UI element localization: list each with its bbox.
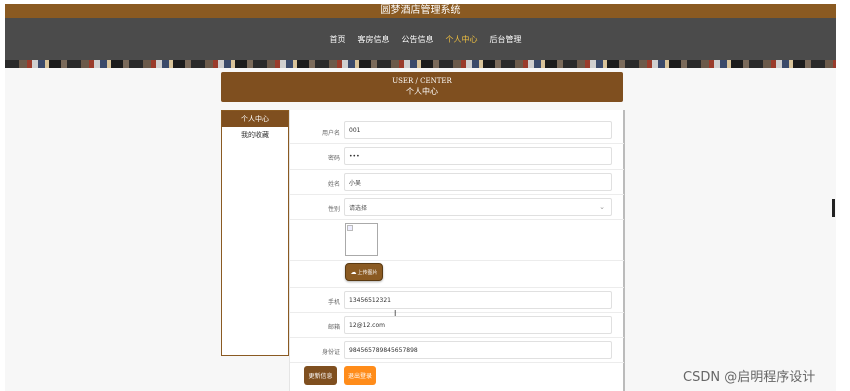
form-row-gender: 性别 请选择 ⌄ (290, 195, 624, 220)
nav-item-notices[interactable]: 公告信息 (402, 34, 434, 45)
name-label: 姓名 (327, 181, 340, 188)
form-row-name: 姓名 (290, 170, 624, 195)
page-header-en: USER / CENTER (392, 77, 452, 85)
page-header: USER / CENTER 个人中心 (221, 72, 623, 102)
sidebar-item-user-center[interactable]: 个人中心 (222, 111, 288, 127)
idcard-label: 身份证 (321, 349, 340, 356)
broken-image-icon (347, 225, 353, 231)
form-row-image (290, 220, 624, 261)
nav-item-admin[interactable]: 后台管理 (490, 34, 522, 45)
form-row-idcard: 身份证 (290, 338, 624, 363)
username-label: 用户名 (321, 130, 340, 137)
form-row-username: 用户名 (290, 119, 624, 144)
nav-item-user-center[interactable]: 个人中心 (446, 34, 478, 45)
text-cursor-icon: I (394, 309, 397, 318)
sidebar: 个人中心 我的收藏 (221, 110, 289, 356)
password-input[interactable] (344, 147, 612, 165)
watermark: CSDN @启明程序设计 (683, 370, 816, 385)
email-label: 邮箱 (327, 324, 340, 331)
gender-select-value: 请选择 (349, 204, 368, 212)
email-input[interactable] (344, 316, 612, 334)
update-info-button[interactable]: 更新信息 (304, 366, 337, 385)
upload-image-button[interactable]: ☁ 上传图片 (345, 263, 383, 281)
phone-label: 手机 (327, 299, 340, 306)
password-label: 密码 (327, 155, 340, 162)
nav-item-rooms[interactable]: 客房信息 (358, 34, 390, 45)
gender-select[interactable]: 请选择 ⌄ (344, 198, 612, 216)
nav-item-home[interactable]: 首页 (330, 34, 346, 45)
form-row-phone: 手机 (290, 288, 624, 313)
form-row-email: 邮箱 (290, 313, 624, 338)
phone-input[interactable] (344, 291, 612, 309)
logout-button[interactable]: 退出登录 (344, 366, 376, 385)
top-nav: 首页 客房信息 公告信息 个人中心 后台管理 (5, 18, 836, 60)
banner-strip (5, 60, 836, 68)
chevron-down-icon: ⌄ (599, 203, 605, 211)
page-header-cn: 个人中心 (406, 87, 438, 96)
upload-button-label: 上传图片 (357, 269, 378, 276)
cloud-upload-icon: ☁ (350, 268, 357, 276)
sidebar-item-favorites[interactable]: 我的收藏 (222, 127, 288, 143)
idcard-input[interactable] (344, 341, 612, 359)
gender-label: 性别 (327, 206, 340, 213)
scrollbar-thumb[interactable] (832, 199, 835, 217)
username-input[interactable] (344, 121, 612, 139)
form-row-password: 密码 (290, 144, 624, 170)
app-title: 圆梦酒店管理系统 (5, 4, 836, 18)
profile-form: 用户名 密码 姓名 性别 请选择 ⌄ ☁ 上传图片 手机 邮箱 身份证 (289, 110, 625, 391)
avatar-image-placeholder (345, 223, 378, 256)
form-row-upload: ☁ 上传图片 (290, 261, 624, 288)
name-input[interactable] (344, 173, 612, 191)
